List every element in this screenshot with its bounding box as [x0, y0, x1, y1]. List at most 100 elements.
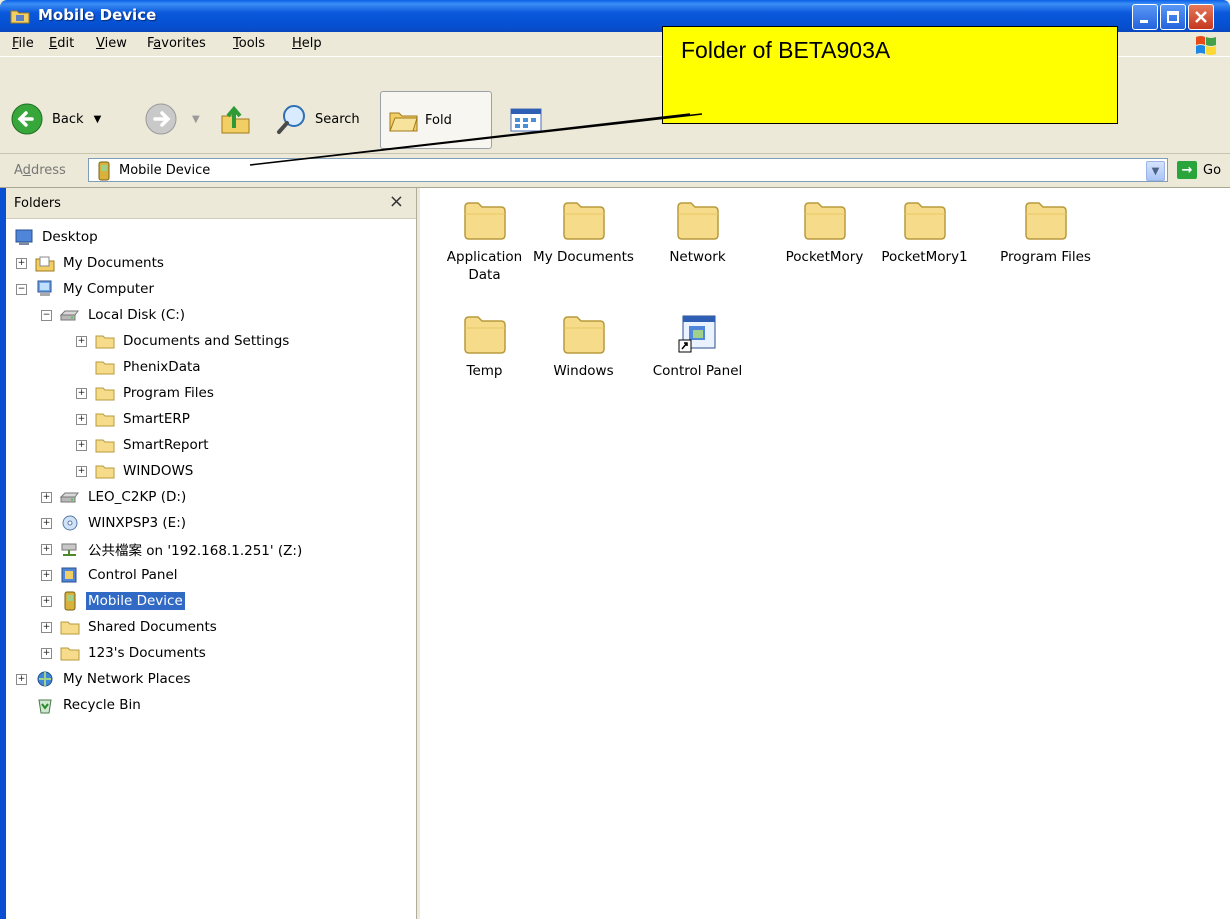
- views-button[interactable]: [508, 101, 544, 137]
- expand-plus-icon[interactable]: +: [41, 543, 52, 555]
- expand-plus-icon[interactable]: +: [76, 387, 87, 399]
- go-label: Go: [1203, 162, 1222, 178]
- tree-item[interactable]: Desktop: [14, 226, 100, 248]
- menu-edit[interactable]: Edit: [49, 36, 74, 51]
- content-item[interactable]: Application Data: [427, 198, 542, 284]
- search-button[interactable]: Search: [275, 101, 360, 137]
- maximize-icon: [1167, 11, 1179, 23]
- folders-label: Fold: [425, 112, 452, 128]
- menu-view[interactable]: View: [96, 36, 127, 51]
- expand-plus-icon[interactable]: +: [16, 257, 27, 269]
- hard-drive-icon: [60, 310, 79, 321]
- menu-favorites[interactable]: Favorites: [147, 36, 206, 51]
- back-arrow-icon: [11, 103, 43, 135]
- collapse-minus-icon[interactable]: −: [16, 283, 27, 295]
- folders-icon: [389, 112, 418, 132]
- content-item-label: My Documents: [533, 249, 634, 265]
- search-label: Search: [315, 111, 360, 127]
- windows-logo-icon: [1196, 36, 1216, 55]
- folder-icon: [95, 465, 115, 479]
- tree-item[interactable]: + My Documents: [16, 252, 166, 274]
- tree-item-label: 123's Documents: [88, 645, 206, 661]
- folders-button[interactable]: Fold: [380, 91, 492, 149]
- content-item[interactable]: My Documents: [526, 198, 641, 266]
- content-item-label: Program Files: [1000, 249, 1091, 265]
- expand-plus-icon[interactable]: +: [41, 647, 52, 659]
- tree-item[interactable]: Recycle Bin: [16, 694, 143, 716]
- content-item[interactable]: Temp: [427, 312, 542, 380]
- go-arrow-icon: →: [1177, 161, 1197, 179]
- expand-plus-icon[interactable]: +: [76, 335, 87, 347]
- tree-item[interactable]: − My Computer: [16, 278, 156, 300]
- folders-pane-close-icon[interactable]: ×: [389, 191, 404, 212]
- chevron-down-icon: ▼: [1151, 165, 1160, 177]
- back-button[interactable]: Back ▼: [10, 101, 101, 137]
- menu-file[interactable]: File: [12, 36, 34, 51]
- address-dropdown-button[interactable]: ▼: [1146, 161, 1165, 181]
- tree-item[interactable]: + 公共檔案 on '192.168.1.251' (Z:): [41, 538, 304, 560]
- menu-tools[interactable]: Tools: [233, 36, 265, 51]
- tree-item-label: SmartERP: [123, 411, 190, 427]
- address-bar: Address Mobile Device ▼ → Go: [0, 155, 1230, 188]
- expand-plus-icon[interactable]: +: [76, 465, 87, 477]
- content-item[interactable]: Control Panel: [640, 312, 755, 380]
- close-button[interactable]: [1188, 4, 1214, 30]
- folder-icon: [562, 202, 605, 240]
- tree-item[interactable]: + Documents and Settings: [76, 330, 291, 352]
- tree-item-label: Desktop: [42, 229, 98, 245]
- my-documents-icon: [35, 256, 55, 272]
- tree-item[interactable]: PhenixData: [76, 356, 203, 378]
- expand-plus-icon[interactable]: +: [76, 413, 87, 425]
- tree-item[interactable]: + WINDOWS: [76, 460, 195, 482]
- expand-plus-icon[interactable]: +: [41, 517, 52, 529]
- maximize-button[interactable]: [1160, 4, 1186, 30]
- tree-item-label: 公共檔案 on '192.168.1.251' (Z:): [88, 543, 303, 559]
- expand-plus-icon[interactable]: +: [41, 621, 52, 633]
- search-icon: [277, 105, 305, 134]
- explorer-window: Mobile Device File Edit View Favorites T…: [0, 0, 1230, 919]
- tree-item[interactable]: +123's Documents: [41, 642, 208, 664]
- back-dropdown-icon[interactable]: ▼: [94, 114, 102, 125]
- up-folder-button[interactable]: [218, 101, 252, 137]
- content-item-label: Temp: [466, 363, 503, 379]
- tree-item[interactable]: + Control Panel: [41, 564, 180, 586]
- window-title: Mobile Device: [38, 6, 157, 24]
- menu-help[interactable]: Help: [292, 36, 322, 51]
- expand-plus-icon[interactable]: +: [41, 595, 52, 607]
- content-item[interactable]: Program Files: [988, 198, 1103, 266]
- tree-item-label: Mobile Device: [86, 592, 185, 610]
- content-item[interactable]: PocketMory: [767, 198, 882, 266]
- minimize-button[interactable]: [1132, 4, 1158, 30]
- content-item[interactable]: PocketMory1: [867, 198, 982, 266]
- forward-button[interactable]: ▼: [144, 101, 200, 137]
- folder-icon: [903, 202, 946, 240]
- expand-plus-icon[interactable]: +: [76, 439, 87, 451]
- folder-icon: [803, 202, 846, 240]
- expand-plus-icon[interactable]: +: [41, 491, 52, 503]
- collapse-minus-icon[interactable]: −: [41, 309, 52, 321]
- folder-icon: [562, 316, 605, 354]
- tree-item[interactable]: + Program Files: [76, 382, 216, 404]
- tree-item[interactable]: + SmartReport: [76, 434, 211, 456]
- address-input[interactable]: Mobile Device ▼: [88, 158, 1168, 182]
- content-item-label: PocketMory1: [881, 249, 968, 265]
- mobile-device-icon: [64, 591, 76, 611]
- content-item[interactable]: Windows: [526, 312, 641, 380]
- folder-icon: [676, 202, 719, 240]
- forward-dropdown-icon[interactable]: ▼: [192, 114, 200, 125]
- expand-plus-icon[interactable]: +: [41, 569, 52, 581]
- expand-plus-icon[interactable]: +: [16, 673, 27, 685]
- desktop-icon: [15, 229, 33, 245]
- content-item[interactable]: Network: [640, 198, 755, 266]
- minimize-icon: [1140, 20, 1148, 23]
- tree-item[interactable]: + WINXPSP3 (E:): [41, 512, 188, 534]
- folder-icon: [95, 335, 115, 349]
- tree-item[interactable]: + My Network Places: [16, 668, 193, 690]
- tree-item[interactable]: − Local Disk (C:): [41, 304, 187, 326]
- tree-item[interactable]: + LEO_C2KP (D:): [41, 486, 188, 508]
- network-places-icon: [37, 671, 53, 687]
- tree-item[interactable]: + SmartERP: [76, 408, 192, 430]
- go-button[interactable]: → Go: [1177, 161, 1221, 179]
- tree-item[interactable]: + Shared Documents: [41, 616, 219, 638]
- tree-item[interactable]: + Mobile Device: [41, 590, 185, 612]
